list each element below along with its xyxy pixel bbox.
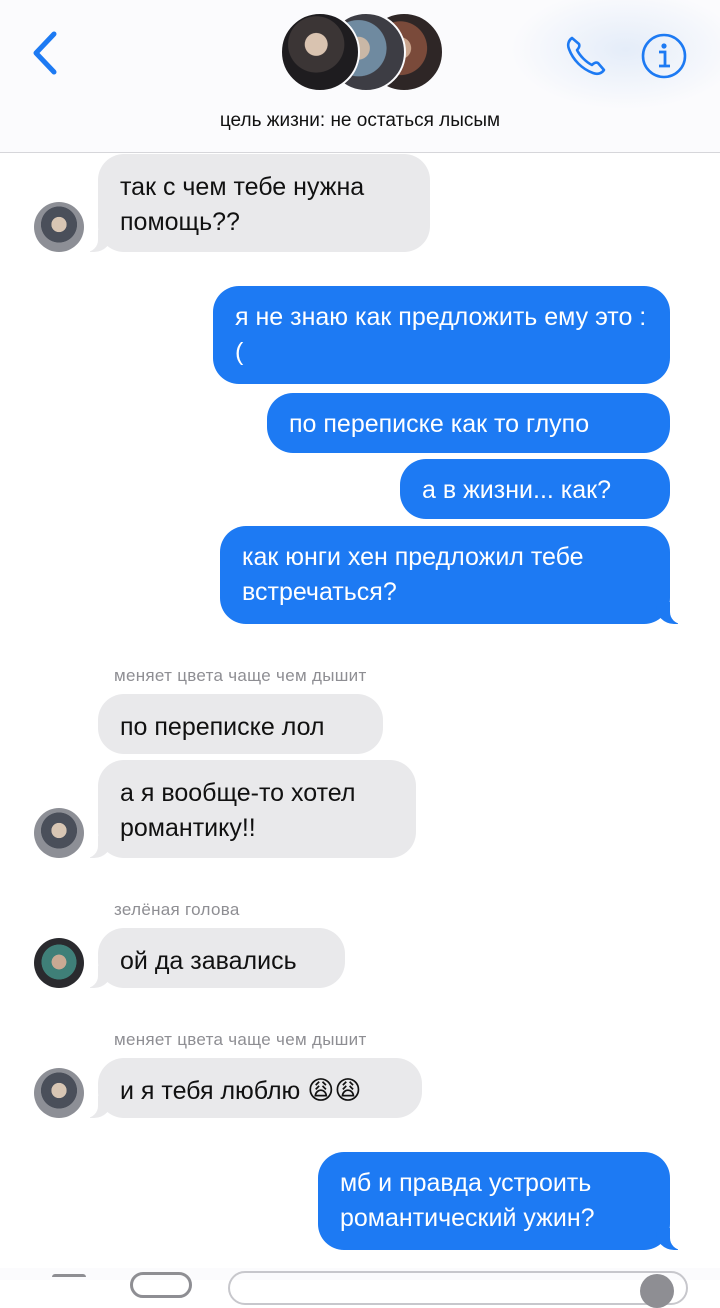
message-incoming[interactable]: ой да завались <box>80 928 345 988</box>
group-avatar-1 <box>280 12 360 92</box>
input-bar <box>0 1268 720 1308</box>
group-avatars[interactable] <box>280 12 450 92</box>
info-icon <box>641 33 687 79</box>
sender-name: зелёная голова <box>114 900 240 919</box>
avatar[interactable] <box>34 1068 84 1118</box>
call-button[interactable] <box>562 32 610 80</box>
avatar[interactable] <box>34 808 84 858</box>
message-outgoing[interactable]: я не знаю как предложить ему это :( <box>213 286 670 384</box>
group-name[interactable]: цель жизни: не остаться лысым <box>0 110 720 132</box>
camera-icon[interactable] <box>52 1274 86 1289</box>
message-outgoing[interactable]: как юнги хен предложил тебе встречаться? <box>220 526 688 624</box>
message-outgoing[interactable]: мб и правда устроить романтический ужин? <box>318 1152 688 1250</box>
message-incoming[interactable]: и я тебя люблю 😩😩 <box>80 1058 422 1118</box>
sender-name: меняет цвета чаще чем дышит <box>114 666 367 685</box>
sender-name: меняет цвета чаще чем дышит <box>114 1030 367 1049</box>
conversation-header: цель жизни: не остаться лысым <box>0 0 720 153</box>
message-input[interactable] <box>228 1271 688 1305</box>
app-store-icon[interactable] <box>130 1272 192 1298</box>
message-incoming[interactable]: а я вообще-то хотел романтику!! <box>80 760 416 858</box>
message-incoming[interactable]: по переписке лол <box>98 694 383 754</box>
message-incoming[interactable]: так с чем тебе нужна помощь?? <box>80 154 430 252</box>
message-text: и я тебя люблю <box>120 1077 301 1105</box>
microphone-icon[interactable] <box>640 1274 674 1308</box>
chevron-left-icon <box>33 31 57 75</box>
info-button[interactable] <box>640 32 688 80</box>
header-glow <box>510 0 720 110</box>
message-outgoing[interactable]: по переписке как то глупо <box>267 393 670 453</box>
avatar[interactable] <box>34 938 84 988</box>
phone-icon <box>566 36 606 76</box>
weary-face-emoji: 😩😩 <box>307 1076 362 1106</box>
message-outgoing[interactable]: а в жизни... как? <box>400 459 670 519</box>
back-button[interactable] <box>26 28 66 78</box>
avatar[interactable] <box>34 202 84 252</box>
